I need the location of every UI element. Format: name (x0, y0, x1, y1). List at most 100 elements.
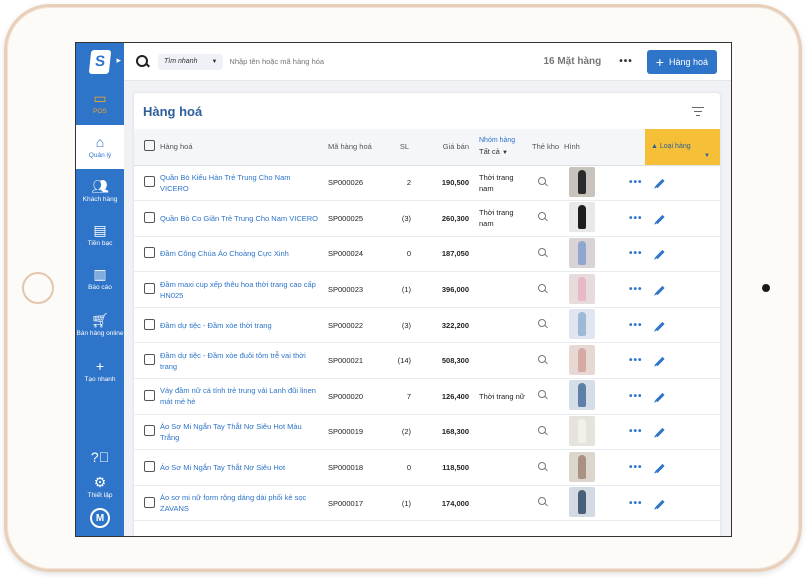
product-name-cell: Đầm maxi cup xếp thêu hoa thời trang cao… (160, 271, 328, 308)
product-name-link[interactable]: Đầm maxi cup xếp thêu hoa thời trang cao… (160, 279, 328, 301)
row-checkbox[interactable] (144, 176, 155, 188)
row-checkbox[interactable] (144, 318, 155, 330)
sidebar-item-reports[interactable]: ▥ Báo cáo (76, 257, 124, 301)
stock-card-search-icon[interactable] (538, 176, 548, 187)
table-row[interactable]: Quần Bò Co Giãn Trẻ Trung Cho Nam VICERO… (134, 200, 720, 237)
column-header-qty[interactable]: SL (388, 129, 421, 166)
sidebar-item-customers[interactable]: 👥︎ Khách hàng (76, 169, 124, 213)
edit-pencil-icon[interactable] (655, 392, 665, 402)
table-row[interactable]: Đầm maxi cup xếp thêu hoa thời trang cao… (134, 271, 720, 308)
table-row[interactable]: Áo Sơ Mi Ngắn Tay Thắt Nơ Siêu Hot Màu T… (134, 414, 720, 451)
row-more-button[interactable]: ••• (617, 391, 643, 402)
table-row[interactable]: Đầm dự tiệc - Đầm xòe thời trang SP000022… (134, 307, 720, 344)
row-checkbox[interactable] (144, 211, 155, 223)
row-more-button[interactable]: ••• (617, 498, 643, 509)
product-name-link[interactable]: Đầm Công Chúa Áo Choàng Cực Xinh (160, 248, 328, 259)
row-checkbox[interactable] (144, 389, 155, 401)
row-more-button[interactable]: ••• (617, 320, 643, 331)
column-header-price[interactable]: Giá bán (421, 129, 473, 166)
row-checkbox[interactable] (144, 461, 155, 473)
help-icon: ?⃝ (90, 449, 110, 465)
product-name-link[interactable]: Đầm dự tiệc - Đầm xòe đuôi tôm trễ vai t… (160, 350, 328, 372)
product-thumbnail[interactable] (569, 166, 595, 197)
product-name-link[interactable]: Quần Bò Co Giãn Trẻ Trung Cho Nam VICERO (160, 213, 328, 224)
help-button[interactable]: ?⃝ (76, 442, 124, 472)
row-checkbox[interactable] (144, 247, 155, 259)
product-thumbnail[interactable] (569, 415, 595, 446)
edit-pencil-icon[interactable] (655, 285, 665, 296)
product-thumbnail[interactable] (569, 487, 595, 518)
select-all-checkbox[interactable] (144, 140, 155, 152)
edit-pencil-icon[interactable] (655, 321, 665, 331)
table-row[interactable]: Đầm dự tiệc - Đầm xòe đuôi tôm trễ vai t… (134, 342, 720, 380)
product-thumbnail[interactable] (569, 309, 595, 340)
row-checkbox[interactable] (144, 354, 155, 366)
row-checkbox[interactable] (144, 425, 155, 437)
product-thumbnail[interactable] (569, 202, 595, 233)
avatar[interactable]: M (90, 508, 110, 528)
edit-pencil-icon[interactable] (655, 463, 665, 474)
table-row[interactable]: Váy đầm nữ cá tính trẻ trung vải Lanh đũ… (134, 378, 720, 415)
stock-card-search-icon[interactable] (538, 497, 548, 507)
column-header-type[interactable]: ▲ Loại hàng ▼ (645, 129, 720, 166)
product-thumbnail[interactable] (569, 451, 595, 482)
product-thumbnail[interactable] (569, 344, 595, 375)
table-row[interactable]: Quần Bò Kiểu Hàn Trẻ Trung Cho Nam VICER… (134, 165, 720, 202)
search-input[interactable] (229, 57, 430, 66)
product-name-link[interactable]: Váy đầm nữ cá tính trẻ trung vải Lanh đũ… (160, 385, 328, 407)
group-filter-select[interactable]: Tất cả ▼ (479, 147, 530, 156)
stock-card-search-icon[interactable] (538, 247, 548, 258)
stock-card-search-icon[interactable] (538, 390, 548, 400)
search-icon[interactable] (136, 54, 150, 69)
edit-pencil-icon[interactable] (655, 428, 665, 438)
stock-card-search-icon[interactable] (538, 425, 548, 436)
column-header-code[interactable]: Mã hàng hoá (328, 129, 388, 166)
sidebar-item-pos[interactable]: ▭ POS (76, 81, 124, 125)
sidebar-item-money[interactable]: ▤ Tiền bạc (76, 213, 124, 257)
row-more-button[interactable]: ••• (617, 426, 643, 437)
edit-pencil-icon[interactable] (655, 357, 665, 367)
product-name-link[interactable]: Áo sơ mi nữ form rộng dáng dài phối kẻ s… (160, 492, 328, 514)
row-more-button[interactable]: ••• (617, 177, 643, 188)
product-name-link[interactable]: Áo Sơ Mi Ngắn Tay Thắt Nơ Siêu Hot Màu T… (160, 421, 328, 443)
filter-icon[interactable] (692, 106, 704, 116)
add-product-button[interactable]: + Hàng hoá (646, 49, 717, 74)
app-logo: S (88, 50, 112, 74)
product-thumbnail[interactable] (569, 273, 595, 304)
row-checkbox[interactable] (144, 283, 155, 295)
table-row[interactable]: Áo sơ mi nữ form rộng dáng dài phối kẻ s… (134, 485, 720, 522)
row-more-button[interactable]: ••• (617, 462, 643, 473)
row-more-button[interactable]: ••• (617, 213, 643, 224)
product-thumbnail[interactable] (569, 237, 595, 268)
row-more-button[interactable]: ••• (617, 355, 643, 366)
product-thumbnail[interactable] (569, 380, 595, 411)
expand-chevron-icon[interactable]: ▸ (116, 55, 121, 66)
edit-pencil-icon[interactable] (655, 250, 665, 260)
quick-search-select[interactable]: Tìm nhanh ▼ (158, 53, 224, 70)
product-name-link[interactable]: Áo Sơ Mi Ngắn Tay Thắt Nơ Siêu Hot (160, 462, 328, 473)
row-more-button[interactable]: ••• (617, 284, 643, 295)
table-row[interactable]: Đầm Công Chúa Áo Choàng Cực Xinh SP000024… (134, 236, 720, 273)
sidebar-item-quick-create[interactable]: + Tạo nhanh (76, 349, 124, 393)
product-code: SP000018 (328, 449, 388, 486)
product-name-link[interactable]: Đầm dự tiệc - Đầm xòe thời trang (160, 320, 328, 331)
stock-card-search-icon[interactable] (538, 319, 548, 329)
edit-pencil-icon[interactable] (655, 499, 665, 509)
column-header-name[interactable]: Hàng hoá (160, 129, 328, 166)
product-name-link[interactable]: Quần Bò Kiểu Hàn Trẻ Trung Cho Nam VICER… (160, 172, 328, 194)
stock-card-search-icon[interactable] (538, 354, 548, 365)
column-header-group[interactable]: Nhóm hàng Tất cả ▼ (473, 129, 530, 166)
logo-area[interactable]: S ▸ (76, 43, 124, 81)
sidebar-item-online-sales[interactable]: 🛒︎ Bán hàng online (76, 301, 124, 349)
row-more-button[interactable]: ••• (617, 248, 643, 259)
sidebar-item-management[interactable]: ⌂ Quản lý (76, 125, 124, 169)
stock-card-search-icon[interactable] (538, 212, 548, 222)
edit-pencil-icon[interactable] (655, 179, 665, 189)
row-checkbox[interactable] (144, 496, 155, 508)
edit-pencil-icon[interactable] (655, 214, 665, 224)
stock-card-search-icon[interactable] (538, 461, 548, 472)
sidebar-item-settings[interactable]: ⚙ Thiết lập (76, 472, 124, 502)
more-options-button[interactable]: ••• (619, 56, 633, 67)
table-row[interactable]: Áo Sơ Mi Ngắn Tay Thắt Nơ Siêu Hot SP0000… (134, 449, 720, 486)
stock-card-search-icon[interactable] (538, 283, 548, 294)
